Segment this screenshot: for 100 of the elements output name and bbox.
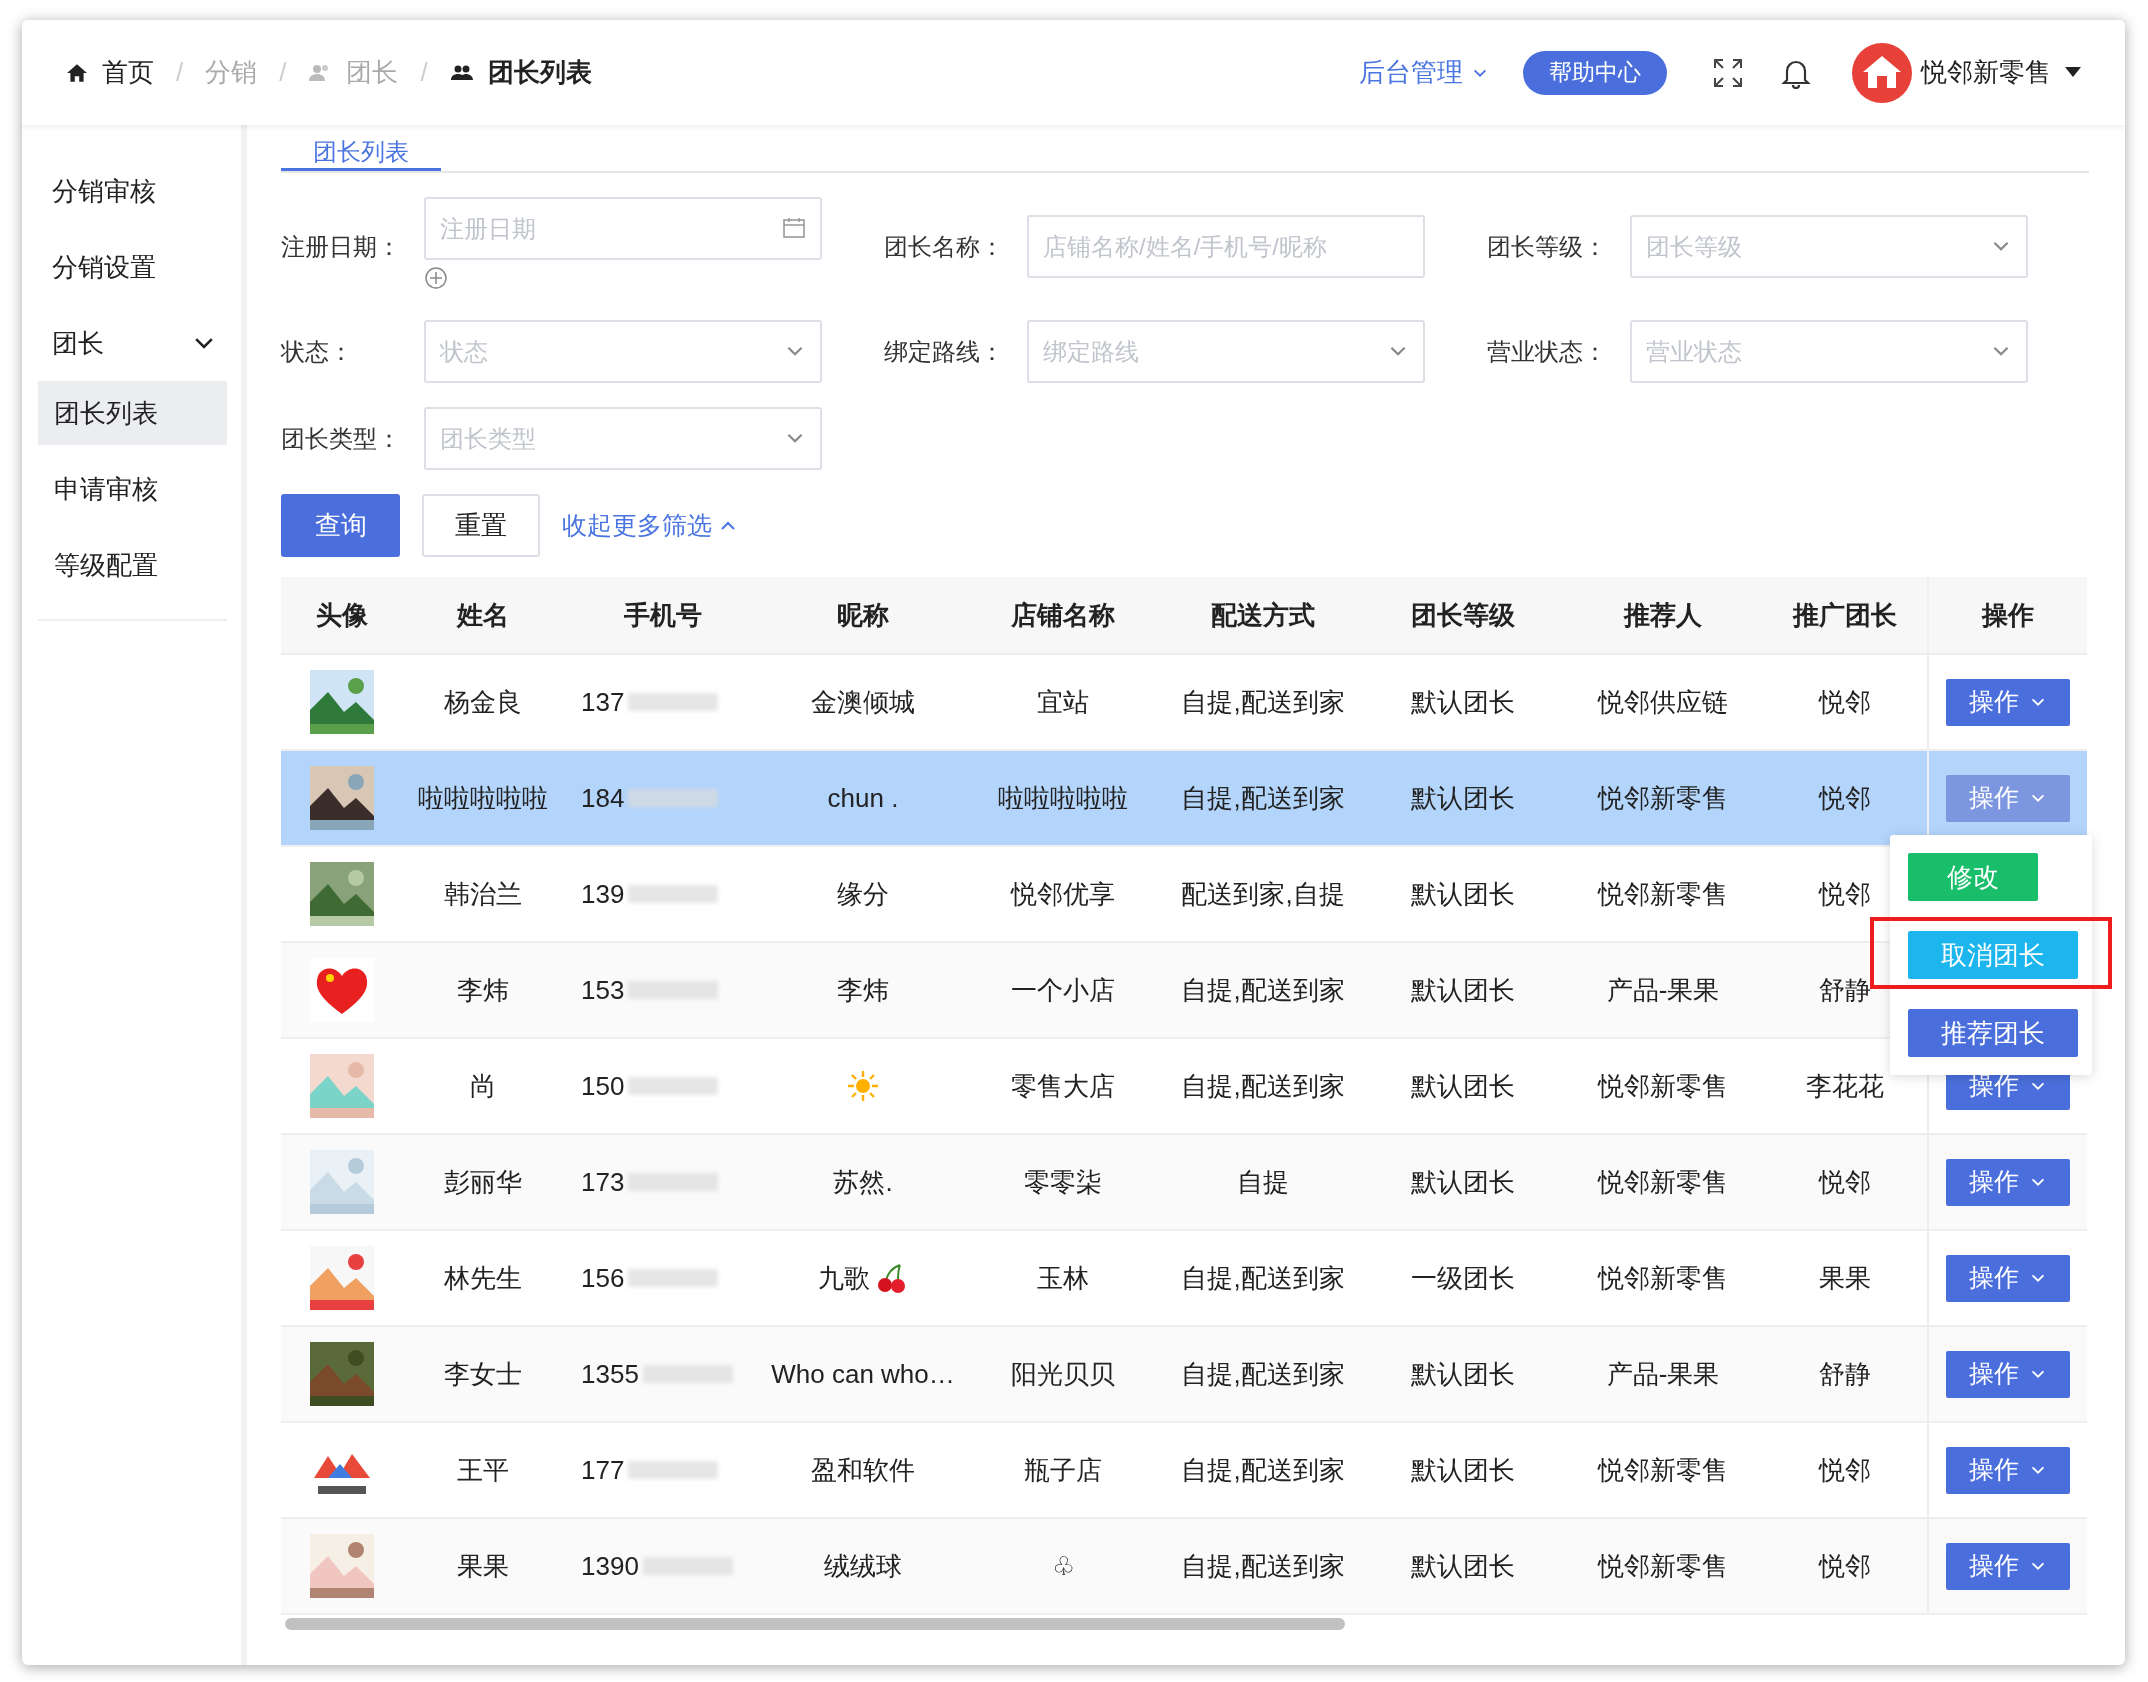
table-cell-text: 金澳倾城 xyxy=(811,685,915,719)
table-cell-text: 果果 xyxy=(457,1549,509,1583)
filter-label: 注册日期： xyxy=(281,231,402,262)
table-cell-text: 自提 xyxy=(1237,1165,1289,1199)
table-cell-text: 153 xyxy=(581,973,625,1007)
table-cell-text: 阳光贝贝 xyxy=(1011,1357,1115,1391)
table-cell-text: 悦邻优享 xyxy=(1011,877,1115,911)
table-cell-text: 默认团长 xyxy=(1411,973,1515,1007)
table-cell-text: 悦邻 xyxy=(1819,685,1871,719)
table-cell-text: 零售大店 xyxy=(1011,1069,1115,1103)
table-cell-text: 默认团长 xyxy=(1411,877,1515,911)
table-cell-text: 王平 xyxy=(457,1453,509,1487)
table-cell-text: 李花花 xyxy=(1806,1069,1884,1103)
table-cell-text: 果果 xyxy=(1819,1261,1871,1295)
table-cell-text: 一个小店 xyxy=(1011,973,1115,1007)
table-cell-text: 宜站 xyxy=(1037,685,1089,719)
table-cell-text: 配送到家,自提 xyxy=(1181,877,1345,911)
table-cell-text: 杨金良 xyxy=(444,685,522,719)
column-header: 昵称 xyxy=(837,598,889,632)
table-cell-text: 184 xyxy=(581,781,625,815)
table-cell-text: 默认团长 xyxy=(1411,1357,1515,1391)
filter-label: 团长名称： xyxy=(884,231,1005,262)
column-header: 推广团长 xyxy=(1793,598,1897,632)
column-header: 推荐人 xyxy=(1624,598,1702,632)
table-cell-text: 悦邻 xyxy=(1819,1549,1871,1583)
table-cell-text: 悦邻 xyxy=(1819,1165,1871,1199)
filter-label: 状态： xyxy=(281,336,354,367)
table-cell-text: 默认团长 xyxy=(1411,1165,1515,1199)
table-cell-text: 177 xyxy=(581,1453,625,1487)
table-cell-text: 悦邻新零售 xyxy=(1598,1549,1728,1583)
table-cell-text: 悦邻 xyxy=(1819,877,1871,911)
table-cell-text: 缘分 xyxy=(837,877,889,911)
table-cell-text: 悦邻新零售 xyxy=(1598,1261,1728,1295)
table-cell-text: ♧ xyxy=(1051,1549,1075,1583)
table-cell-text: 悦邻新零售 xyxy=(1598,877,1728,911)
table-cell-text: 九歌 xyxy=(818,1261,870,1295)
breadcrumb-separator: / xyxy=(420,56,428,89)
table-cell-text: 一级团长 xyxy=(1411,1261,1515,1295)
table-cell-text: 悦邻新零售 xyxy=(1598,1453,1728,1487)
breadcrumb-separator: / xyxy=(176,56,184,89)
table-cell-text: 173 xyxy=(581,1165,625,1199)
table-cell-text: 李女士 xyxy=(444,1357,522,1391)
table-cell-text: 自提,配送到家 xyxy=(1181,973,1345,1007)
table-cell-text: 悦邻新零售 xyxy=(1598,1069,1728,1103)
table-cell-text: 自提,配送到家 xyxy=(1181,685,1345,719)
table-cell-text: chun . xyxy=(827,781,899,815)
table-cell-text: 自提,配送到家 xyxy=(1181,1453,1345,1487)
table-cell-text: 绒绒球 xyxy=(824,1549,902,1583)
filter-label: 团长等级： xyxy=(1487,231,1608,262)
table-cell-text: 啦啦啦啦啦 xyxy=(418,781,548,815)
table-cell-text: 舒静 xyxy=(1819,973,1871,1007)
table-cell-text: 156 xyxy=(581,1261,625,1295)
table-cell-text: 尚 xyxy=(470,1069,496,1103)
table-cell-text: 产品-果果 xyxy=(1606,973,1720,1007)
table-cell-text: Who can who… xyxy=(771,1357,955,1391)
table-cell-text: 产品-果果 xyxy=(1606,1357,1720,1391)
table-cell-text: 李炜 xyxy=(457,973,509,1007)
table-cell-text: 零零柒 xyxy=(1024,1165,1102,1199)
table-cell-text: 盈和软件 xyxy=(811,1453,915,1487)
table-cell-text: 自提,配送到家 xyxy=(1181,781,1345,815)
column-header: 操作 xyxy=(1982,598,2034,632)
table-cell-text: 悦邻供应链 xyxy=(1598,685,1728,719)
table-cell-text: 默认团长 xyxy=(1411,781,1515,815)
table-cell-text: 默认团长 xyxy=(1411,1453,1515,1487)
table-cell-text: 139 xyxy=(581,877,625,911)
table-cell-text: 1355 xyxy=(581,1357,639,1391)
column-header: 姓名 xyxy=(457,598,509,632)
table-cell-text: 舒静 xyxy=(1819,1357,1871,1391)
filter-label: 绑定路线： xyxy=(884,336,1005,367)
table-cell-text: 悦邻 xyxy=(1819,781,1871,815)
table-cell-text: 150 xyxy=(581,1069,625,1103)
table-cell-text: 默认团长 xyxy=(1411,1069,1515,1103)
table-cell-text: 李炜 xyxy=(837,973,889,1007)
table-cell-text: 玉林 xyxy=(1037,1261,1089,1295)
table-cell-text: 自提,配送到家 xyxy=(1181,1261,1345,1295)
table-cell-text: 悦邻 xyxy=(1819,1453,1871,1487)
table-cell-text: 默认团长 xyxy=(1411,685,1515,719)
table-cell-text: 悦邻新零售 xyxy=(1598,781,1728,815)
column-header: 团长等级 xyxy=(1411,598,1515,632)
filter-label: 营业状态： xyxy=(1487,336,1608,367)
breadcrumb-item: 团长列表 xyxy=(487,56,592,89)
table-cell-text: 苏然. xyxy=(833,1165,893,1199)
column-header: 配送方式 xyxy=(1211,598,1315,632)
table-cell-text: 瓶子店 xyxy=(1024,1453,1102,1487)
filter-label: 团长类型： xyxy=(281,423,402,454)
column-header: 头像 xyxy=(316,598,368,632)
column-header: 手机号 xyxy=(624,598,702,632)
table-cell-text: 悦邻新零售 xyxy=(1598,1165,1728,1199)
table-cell-text: 韩治兰 xyxy=(444,877,522,911)
table-cell-text: 默认团长 xyxy=(1411,1549,1515,1583)
table-cell-text: 自提,配送到家 xyxy=(1181,1549,1345,1583)
table-cell-text: 1390 xyxy=(581,1549,639,1583)
table-cell-text: 自提,配送到家 xyxy=(1181,1357,1345,1391)
table-cell-text: 137 xyxy=(581,685,625,719)
table-cell-text: 彭丽华 xyxy=(444,1165,522,1199)
column-header: 店铺名称 xyxy=(1011,598,1115,632)
table-cell-text: 自提,配送到家 xyxy=(1181,1069,1345,1103)
table-cell-text: 林先生 xyxy=(444,1261,522,1295)
breadcrumb-separator: / xyxy=(279,56,287,89)
table-cell-text: 啦啦啦啦啦 xyxy=(998,781,1128,815)
